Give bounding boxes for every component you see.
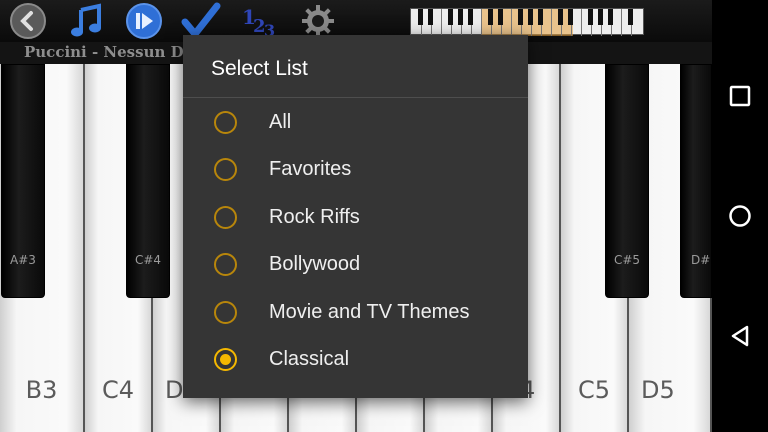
radio-button-selected[interactable] <box>214 348 237 371</box>
mini-black-key <box>598 9 603 25</box>
mini-black-key <box>558 9 563 25</box>
option-rock-riffs[interactable]: Rock Riffs <box>183 194 528 241</box>
recents-button[interactable] <box>712 68 768 124</box>
option-label: Movie and TV Themes <box>269 301 470 323</box>
song-list-button[interactable] <box>66 2 106 40</box>
system-nav-bar <box>712 0 768 432</box>
mini-black-key <box>628 9 633 25</box>
back-button[interactable] <box>8 2 48 40</box>
mini-black-key <box>528 9 533 25</box>
black-key-c#4[interactable]: C#4 <box>126 64 170 298</box>
mini-black-key <box>418 9 423 25</box>
option-label: All <box>269 111 292 133</box>
circle-icon <box>729 205 751 227</box>
dialog-title: Select List <box>211 57 308 80</box>
mini-black-key <box>428 9 433 25</box>
mini-white-key-divider <box>441 9 442 36</box>
key-label: A#3 <box>10 253 36 267</box>
mini-black-key <box>498 9 503 25</box>
mini-black-key <box>518 9 523 25</box>
mini-white-key-divider <box>581 9 582 36</box>
option-favorites[interactable]: Favorites <box>183 146 528 193</box>
option-label: Rock Riffs <box>269 206 360 228</box>
radio-button[interactable] <box>214 158 237 181</box>
radio-button[interactable] <box>214 111 237 134</box>
song-title: Puccini - Nessun Do <box>24 43 184 61</box>
keyboard-range-selector[interactable] <box>410 8 644 36</box>
key-label: D# <box>691 253 711 267</box>
option-movie-tv-themes[interactable]: Movie and TV Themes <box>183 289 528 336</box>
option-label: Bollywood <box>269 253 361 275</box>
play-button[interactable] <box>124 2 164 40</box>
key-label: C5 <box>577 376 611 404</box>
key-label: C#4 <box>134 253 162 267</box>
music-note-icon <box>71 3 101 37</box>
key-label: D5 <box>641 376 675 404</box>
option-label: Favorites <box>269 158 352 180</box>
key-label: C4 <box>101 376 135 404</box>
mini-black-key <box>458 9 463 25</box>
square-icon <box>729 85 751 107</box>
mini-black-key <box>538 9 543 25</box>
black-key-c#5[interactable]: C#5 <box>605 64 649 298</box>
radio-button[interactable] <box>214 206 237 229</box>
mini-black-key <box>568 9 573 25</box>
back-icon <box>10 3 46 39</box>
mini-black-key <box>488 9 493 25</box>
mini-black-key <box>588 9 593 25</box>
radio-button[interactable] <box>214 301 237 324</box>
option-bollywood[interactable]: Bollywood <box>183 241 528 288</box>
back-nav-button[interactable] <box>712 308 768 364</box>
mini-white-key-divider <box>551 9 552 36</box>
radio-button[interactable] <box>214 253 237 276</box>
dialog-divider <box>183 97 528 98</box>
play-icon <box>126 3 162 39</box>
triangle-back-icon <box>731 325 749 347</box>
mini-black-key <box>468 9 473 25</box>
home-button[interactable] <box>712 188 768 244</box>
key-label: C#5 <box>613 253 641 267</box>
black-key-a#3[interactable]: A#3 <box>1 64 45 298</box>
mini-black-key <box>448 9 453 25</box>
mini-black-key <box>608 9 613 25</box>
key-label: B3 <box>25 376 58 404</box>
option-classical[interactable]: Classical <box>183 336 528 383</box>
mini-white-key-divider <box>511 9 512 36</box>
mini-white-key-divider <box>621 9 622 36</box>
select-list-dialog: Select List All Favorites Rock Riffs Bol… <box>183 35 528 398</box>
black-key-d#5[interactable]: D# <box>680 64 712 298</box>
option-all[interactable]: All <box>183 99 528 146</box>
option-label: Classical <box>269 348 350 370</box>
mini-white-key-divider <box>481 9 482 36</box>
